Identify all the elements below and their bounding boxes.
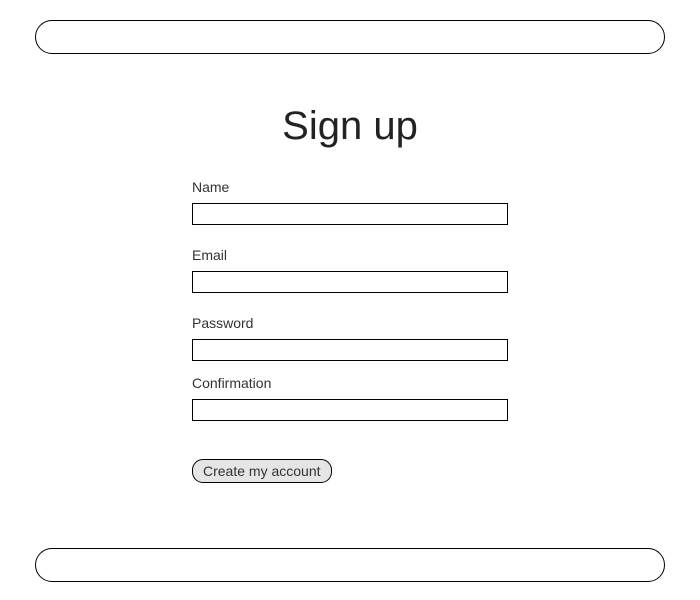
email-label: Email	[192, 247, 508, 263]
bottom-bar	[35, 548, 665, 582]
confirmation-label: Confirmation	[192, 375, 508, 391]
signup-form: Name Email Password Confirmation Create …	[192, 179, 508, 483]
signup-content: Sign up Name Email Password Confirmation…	[35, 104, 665, 483]
password-input[interactable]	[192, 339, 508, 361]
password-group: Password	[192, 315, 508, 361]
email-group: Email	[192, 247, 508, 293]
email-input[interactable]	[192, 271, 508, 293]
name-group: Name	[192, 179, 508, 225]
confirmation-input[interactable]	[192, 399, 508, 421]
name-input[interactable]	[192, 203, 508, 225]
page-title: Sign up	[282, 104, 418, 149]
confirmation-group: Confirmation	[192, 375, 508, 421]
top-bar	[35, 20, 665, 54]
password-label: Password	[192, 315, 508, 331]
name-label: Name	[192, 179, 508, 195]
create-account-button[interactable]: Create my account	[192, 459, 332, 483]
